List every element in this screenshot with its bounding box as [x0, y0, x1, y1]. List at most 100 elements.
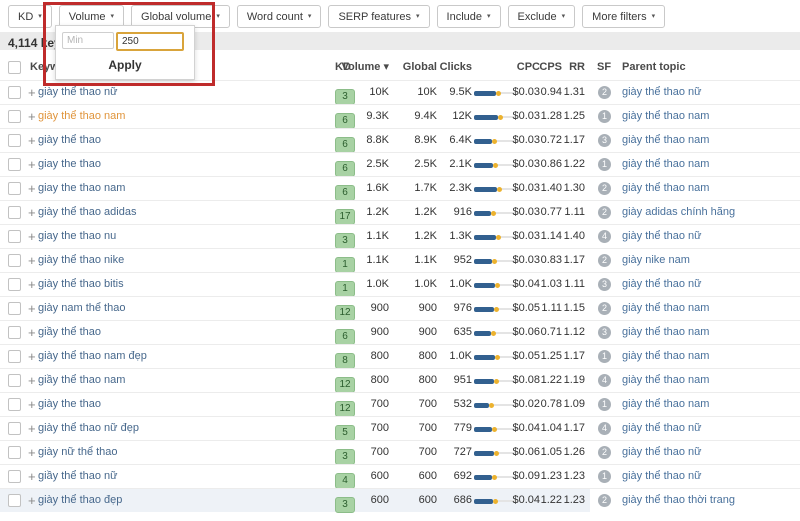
apply-button[interactable]: Apply [56, 57, 194, 73]
expand-plus-icon[interactable]: + [28, 465, 36, 488]
parent-topic-link[interactable]: giày thể thao nam [622, 105, 709, 128]
filter-button-exclude[interactable]: Exclude ▾ [507, 5, 576, 28]
keyword-link[interactable]: giày thể thao nữ đẹp [38, 417, 139, 440]
volume-min-input[interactable] [62, 32, 114, 49]
keyword-link[interactable]: giày the thao [38, 393, 101, 416]
keyword-link[interactable]: giay the thao nam [38, 177, 125, 200]
filter-button-word-count[interactable]: Word count ▾ [236, 5, 322, 28]
column-header-clicks[interactable]: Clicks [440, 55, 472, 80]
parent-topic-link[interactable]: giày thể thao nữ [622, 441, 702, 464]
cpc-value: $0.03 [512, 134, 540, 146]
parent-topic-link[interactable]: giày thể thao nam [622, 153, 709, 176]
volume-max-input[interactable] [116, 32, 184, 51]
clicks-distribution-bar-icon [474, 402, 518, 408]
filter-button-include[interactable]: Include ▾ [436, 5, 501, 28]
keyword-link[interactable]: giày nam thể thao [38, 297, 125, 320]
parent-topic-link[interactable]: giày adidas chính hãng [622, 201, 735, 224]
clicks-distribution-bar-icon [474, 258, 518, 264]
sf-count-badge: 2 [598, 302, 611, 315]
keyword-link[interactable]: giày nữ thể thao [38, 441, 118, 464]
parent-topic-link[interactable]: giày thể thao nam [622, 369, 709, 392]
kd-badge-value: 3 [335, 89, 355, 105]
clicks-distribution-bar-icon [474, 234, 518, 240]
chevron-down-icon: ▾ [416, 13, 420, 20]
cpc-value: $0.03 [512, 182, 540, 194]
parent-topic-link[interactable]: giày nike nam [622, 249, 690, 272]
parent-topic-link[interactable]: giày thể thao thời trang [622, 489, 735, 512]
clicks-value: 6.4K [449, 134, 472, 146]
keyword-link[interactable]: giầy thể thao nữ [38, 465, 118, 488]
cpc-value: $0.04 [512, 422, 540, 434]
parent-topic-link[interactable]: giày thể thao nam [622, 321, 709, 344]
keyword-link[interactable]: giày thể thao nike [38, 249, 124, 272]
clicks-value: 779 [453, 422, 472, 434]
keyword-link[interactable]: giày thể thao adidas [38, 201, 136, 224]
keyword-link[interactable]: giay the thao nu [38, 225, 116, 248]
checkbox-icon [8, 446, 21, 459]
parent-topic-link[interactable]: giày thể thao nữ [622, 81, 702, 104]
row-checkbox[interactable] [8, 494, 21, 517]
keyword-link[interactable]: giày thể thao nam [38, 105, 125, 128]
keyword-link[interactable]: giay the thao [38, 153, 101, 176]
parent-topic-link[interactable]: giày thể thao nữ [622, 273, 702, 296]
table-row: + giầy thể thao 6 900 900 635 $0.06 0.71 1.12 3 gi… [0, 320, 800, 345]
expand-plus-icon[interactable]: + [28, 81, 36, 104]
filter-button-label: Volume [68, 10, 106, 23]
expand-plus-icon[interactable]: + [28, 105, 36, 128]
expand-plus-icon[interactable]: + [28, 417, 36, 440]
expand-plus-icon[interactable]: + [28, 489, 36, 512]
kd-badge-value: 6 [335, 113, 355, 129]
expand-plus-icon[interactable]: + [28, 153, 36, 176]
column-header-cpc[interactable]: CPC [517, 55, 540, 80]
expand-plus-icon[interactable]: + [28, 249, 36, 272]
parent-topic-link[interactable]: giày thể thao nữ [622, 465, 702, 488]
column-header-cps[interactable]: CPS [539, 55, 562, 80]
expand-plus-icon[interactable]: + [28, 369, 36, 392]
keyword-link[interactable]: giày thể thao nữ [38, 81, 118, 104]
column-header-rr[interactable]: RR [569, 55, 585, 80]
parent-topic-link[interactable]: giày thể thao nam [622, 393, 709, 416]
expand-plus-icon[interactable]: + [28, 225, 36, 248]
keyword-link[interactable]: giày thể thao [38, 129, 101, 152]
sf-count-badge: 1 [598, 398, 611, 411]
filter-button-serp-features[interactable]: SERP features ▾ [328, 5, 430, 28]
expand-plus-icon[interactable]: + [28, 177, 36, 200]
parent-topic-link[interactable]: giày thể thao nam [622, 129, 709, 152]
column-header-volume[interactable]: Volume ▾ [342, 55, 390, 80]
volume-value: 700 [370, 422, 389, 434]
filter-button-kd[interactable]: KD ▾ [8, 5, 52, 28]
cps-value: 0.77 [540, 206, 562, 218]
sf-count-badge: 3 [598, 134, 611, 147]
kd-badge-value: 6 [335, 185, 355, 201]
sf-count-badge: 1 [598, 158, 611, 171]
clicks-value: 635 [453, 326, 472, 338]
parent-topic-link[interactable]: giày thể thao nữ [622, 417, 702, 440]
filter-button-label: KD [18, 10, 34, 23]
column-header-global[interactable]: Global [403, 55, 437, 80]
expand-plus-icon[interactable]: + [28, 273, 36, 296]
parent-topic-link[interactable]: giày thể thao nam [622, 345, 709, 368]
sf-count-badge: 2 [598, 446, 611, 459]
parent-topic-link[interactable]: giày thể thao nữ [622, 225, 702, 248]
clicks-value: 1.0K [449, 350, 472, 362]
expand-plus-icon[interactable]: + [28, 441, 36, 464]
expand-plus-icon[interactable]: + [28, 345, 36, 368]
checkbox-icon [8, 182, 21, 195]
keyword-link[interactable]: giầy thể thao nam [38, 369, 125, 392]
expand-plus-icon[interactable]: + [28, 297, 36, 320]
expand-plus-icon[interactable]: + [28, 201, 36, 224]
cpc-value: $0.08 [512, 374, 540, 386]
parent-topic-link[interactable]: giày thể thao nam [622, 297, 709, 320]
expand-plus-icon[interactable]: + [28, 393, 36, 416]
cps-value: 0.83 [540, 254, 562, 266]
expand-plus-icon[interactable]: + [28, 321, 36, 344]
keyword-link[interactable]: giày thể thao nam đẹp [38, 345, 147, 368]
expand-plus-icon[interactable]: + [28, 129, 36, 152]
column-header-parent-topic[interactable]: Parent topic [622, 55, 686, 80]
keyword-link[interactable]: giầy thể thao [38, 321, 101, 344]
parent-topic-link[interactable]: giày thể thao nam [622, 177, 709, 200]
keyword-link[interactable]: giày thể thao đẹp [38, 489, 122, 512]
column-header-sf[interactable]: SF [597, 55, 611, 80]
keyword-link[interactable]: giày thể thao bitis [38, 273, 124, 296]
filter-button-more-filters[interactable]: More filters ▾ [582, 5, 666, 28]
